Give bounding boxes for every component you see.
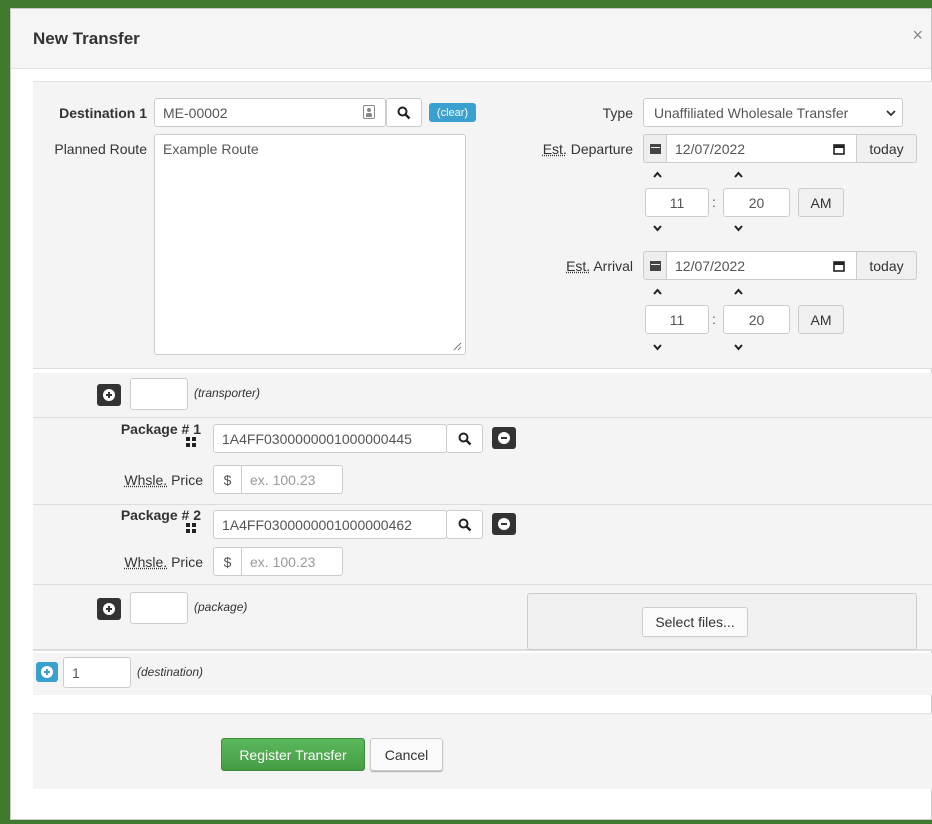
type-select[interactable]: Unaffiliated Wholesale Transfer: [643, 98, 903, 127]
package-2-price-label: Whsle. Price: [33, 554, 203, 570]
arrival-hour-input[interactable]: 11: [645, 305, 709, 334]
package-2-label: Package # 2: [33, 507, 201, 523]
destination-input[interactable]: ME-00002: [154, 98, 386, 127]
price-label-abbr: Whsle.: [124, 554, 167, 570]
price-label-abbr: Whsle.: [124, 472, 167, 488]
departure-label-rest: Departure: [567, 141, 633, 157]
chevron-down-icon: [886, 110, 896, 117]
package-1-remove-button[interactable]: [492, 427, 516, 449]
divider: [33, 504, 932, 505]
arrival-ampm-button[interactable]: AM: [798, 305, 844, 334]
type-label: Type: [553, 105, 633, 121]
arrival-calendar-addon: [643, 251, 667, 280]
divider: [33, 417, 932, 418]
type-select-value: Unaffiliated Wholesale Transfer: [654, 105, 848, 121]
arrival-label-abbr: Est.: [566, 258, 590, 274]
destination-count-input[interactable]: 1: [63, 657, 131, 688]
minus-circle-icon: [498, 518, 510, 530]
departure-ampm-button[interactable]: AM: [798, 188, 844, 217]
destination-search-button[interactable]: [386, 98, 422, 127]
destination-section: Destination 1 ME-00002 (clear) Planned R…: [33, 81, 932, 369]
search-icon: [458, 518, 472, 532]
departure-calendar-addon: [643, 134, 667, 163]
arrival-date-input[interactable]: 12/07/2022: [666, 251, 857, 280]
departure-today-button[interactable]: today: [856, 134, 917, 163]
add-package-button[interactable]: [97, 598, 121, 620]
destination-label: Destination 1: [33, 105, 147, 121]
arrival-label-rest: Arrival: [590, 258, 633, 274]
cancel-button[interactable]: Cancel: [370, 738, 443, 771]
new-transfer-modal: New Transfer × Destination 1 ME-00002 (c…: [10, 8, 932, 820]
arrival-minute-input[interactable]: 20: [723, 305, 790, 334]
search-icon: [397, 106, 411, 120]
add-destination-section: 1 (destination): [33, 653, 932, 695]
modal-header: New Transfer ×: [11, 9, 931, 69]
departure-date-input[interactable]: 12/07/2022: [666, 134, 857, 163]
currency-addon: $: [213, 465, 242, 494]
calendar-icon: [650, 143, 661, 154]
departure-label: Est. Departure: [503, 141, 633, 157]
package-add-label: (package): [194, 600, 247, 614]
add-destination-button[interactable]: [36, 662, 58, 682]
package-1-label: Package # 1: [33, 421, 201, 437]
package-1-search-button[interactable]: [446, 424, 483, 453]
clear-destination-button[interactable]: (clear): [429, 103, 476, 122]
packages-section: (transporter) Package # 1 1A4FF030000000…: [33, 373, 932, 585]
price-label-rest: Price: [167, 472, 203, 488]
departure-label-abbr: Est.: [543, 141, 567, 157]
price-label-rest: Price: [167, 554, 203, 570]
search-icon: [458, 432, 472, 446]
departure-hour-input[interactable]: 11: [645, 188, 709, 217]
plus-circle-icon: [103, 603, 115, 615]
minute-down-icon[interactable]: [734, 224, 743, 233]
package-1-tag-input[interactable]: 1A4FF0300000001000000445: [213, 424, 447, 453]
resize-handle-icon[interactable]: [452, 341, 462, 351]
hour-up-icon[interactable]: [653, 287, 662, 296]
grid-icon: [186, 523, 196, 533]
minute-down-icon[interactable]: [734, 343, 743, 352]
package-2-price-input[interactable]: ex. 100.23: [241, 547, 343, 576]
transporter-label: (transporter): [194, 386, 260, 400]
modal-footer: Register Transfer Cancel: [33, 713, 932, 789]
file-drop-zone[interactable]: Select files...: [527, 593, 917, 650]
package-2-search-button[interactable]: [446, 510, 483, 539]
minute-up-icon[interactable]: [734, 287, 743, 296]
hour-up-icon[interactable]: [653, 170, 662, 179]
minus-circle-icon: [498, 432, 510, 444]
package-count-input[interactable]: [130, 592, 188, 624]
plus-circle-icon: [41, 666, 53, 678]
package-1-price-input[interactable]: ex. 100.23: [241, 465, 343, 494]
arrival-today-button[interactable]: today: [856, 251, 917, 280]
plus-circle-icon: [103, 389, 115, 401]
package-1-price-label: Whsle. Price: [33, 472, 203, 488]
minute-up-icon[interactable]: [734, 170, 743, 179]
select-files-button[interactable]: Select files...: [642, 607, 748, 637]
destination-add-label: (destination): [137, 665, 203, 679]
planned-route-label: Planned Route: [33, 141, 147, 157]
grid-icon: [186, 437, 196, 447]
arrival-label: Est. Arrival: [503, 258, 633, 274]
package-2-remove-button[interactable]: [492, 513, 516, 535]
modal-title: New Transfer: [33, 29, 140, 49]
package-2-tag-input[interactable]: 1A4FF0300000001000000462: [213, 510, 447, 539]
date-picker-icon[interactable]: [833, 260, 845, 272]
add-transporter-button[interactable]: [97, 384, 121, 406]
close-icon[interactable]: ×: [912, 25, 923, 46]
hour-down-icon[interactable]: [653, 343, 662, 352]
calendar-icon: [650, 260, 661, 271]
currency-addon: $: [213, 547, 242, 576]
time-separator: :: [712, 194, 716, 210]
hour-down-icon[interactable]: [653, 224, 662, 233]
register-transfer-button[interactable]: Register Transfer: [221, 738, 365, 771]
add-package-section: (package) Select files...: [33, 585, 932, 651]
departure-minute-input[interactable]: 20: [723, 188, 790, 217]
date-picker-icon[interactable]: [833, 143, 845, 155]
planned-route-textarea[interactable]: Example Route: [154, 134, 466, 355]
contact-card-icon: [363, 105, 375, 119]
transporter-count-input[interactable]: [130, 378, 188, 410]
time-separator: :: [712, 311, 716, 327]
